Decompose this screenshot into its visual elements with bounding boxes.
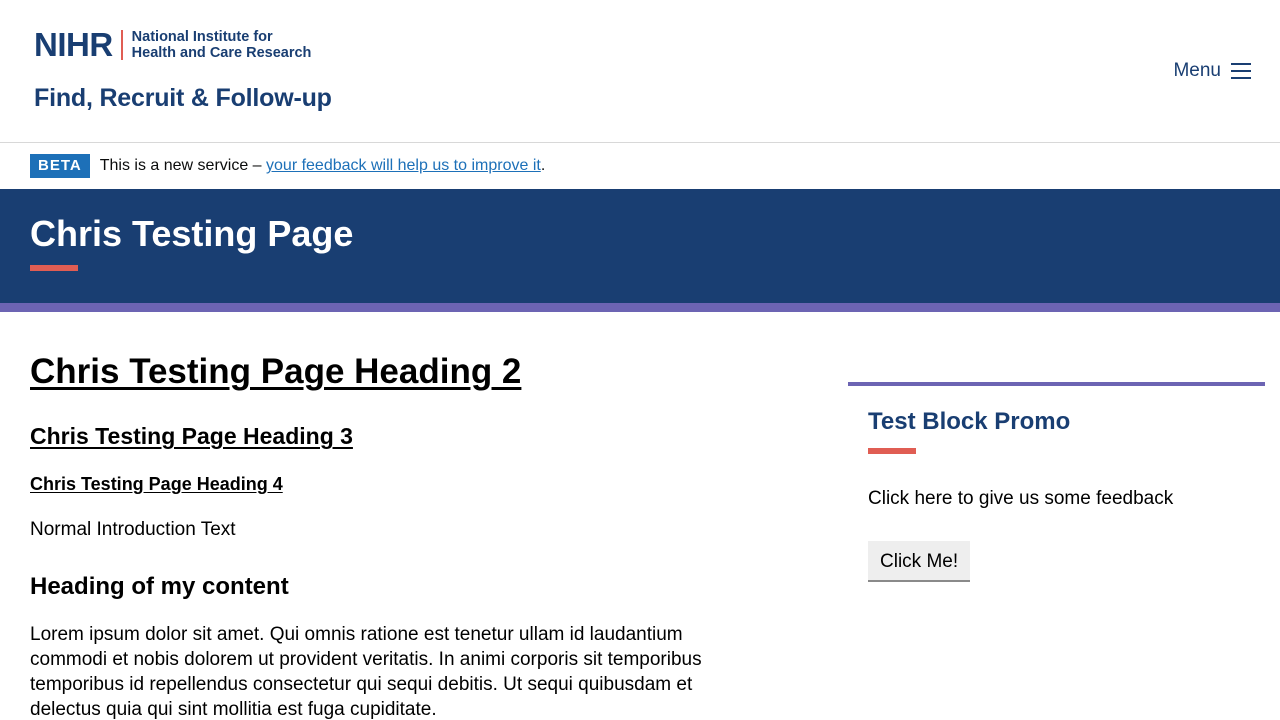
- beta-text-after: .: [540, 157, 546, 174]
- page-title-band: Chris Testing Page: [0, 189, 1280, 303]
- beta-tag: BETA: [30, 154, 90, 178]
- body-paragraph: Lorem ipsum dolor sit amet. Qui omnis ra…: [30, 624, 702, 720]
- heading-3: Chris Testing Page Heading 3: [30, 423, 353, 449]
- click-me-button[interactable]: Click Me!: [868, 541, 971, 582]
- beta-text-before: This is a new service –: [99, 157, 267, 174]
- title-band-strip: [0, 303, 1280, 312]
- intro-text: Normal Introduction Text: [30, 519, 236, 540]
- promo-text: Click here to give us some feedback: [868, 488, 1174, 509]
- beta-banner: BETA This is a new service – your feedba…: [0, 143, 1280, 189]
- beta-text: This is a new service – your feedback wi…: [100, 157, 546, 175]
- site-header: NIHR National Institute for Health and C…: [0, 0, 1280, 143]
- promo-accent-bar: [868, 448, 916, 454]
- logo-mark: NIHR: [34, 26, 113, 63]
- logo-text: National Institute for Health and Care R…: [132, 29, 312, 61]
- heading-4: Chris Testing Page Heading 4: [30, 474, 283, 494]
- promo-block: Test Block Promo Click here to give us s…: [848, 382, 1265, 612]
- menu-label: Menu: [1173, 60, 1221, 81]
- feedback-link[interactable]: your feedback will help us to improve it: [266, 157, 541, 174]
- service-name[interactable]: Find, Recruit & Follow-up: [34, 84, 332, 113]
- page-title: Chris Testing Page: [30, 213, 354, 254]
- title-accent-bar: [30, 265, 78, 271]
- heading-2: Chris Testing Page Heading 2: [30, 352, 522, 391]
- logo-line-2: Health and Care Research: [131, 45, 312, 61]
- hamburger-icon: [1231, 63, 1251, 79]
- logo-line-1: National Institute for: [131, 29, 273, 45]
- menu-button[interactable]: Menu: [1173, 60, 1251, 82]
- content-heading: Heading of my content: [30, 573, 289, 600]
- promo-title: Test Block Promo: [868, 408, 1071, 435]
- nihr-logo[interactable]: NIHR National Institute for Health and C…: [34, 28, 311, 62]
- logo-divider: [120, 30, 123, 60]
